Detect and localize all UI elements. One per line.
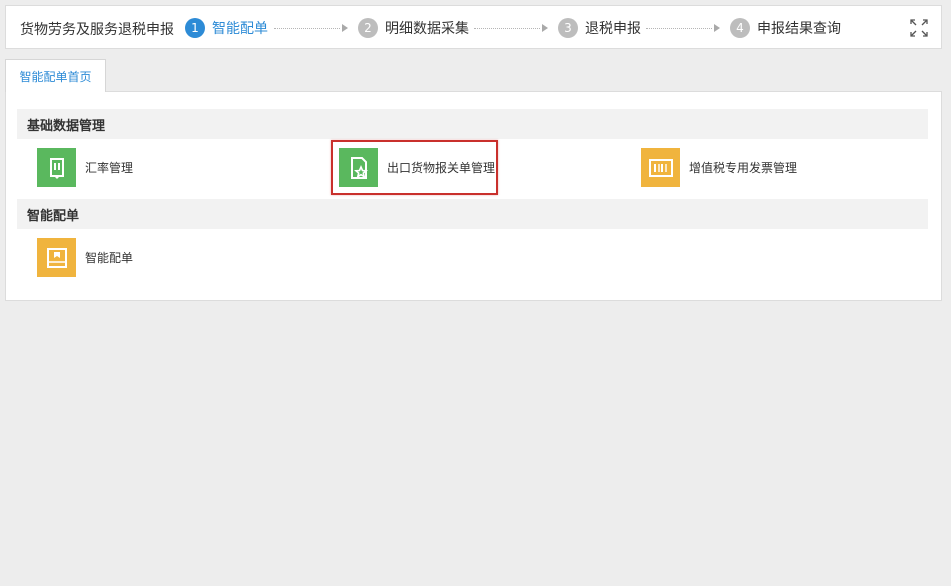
document-edit-icon (37, 148, 76, 187)
fullscreen-expand-icon[interactable] (910, 19, 928, 37)
step-4-label: 申报结果查询 (757, 21, 841, 37)
tile-exchange-rate-label: 汇率管理 (85, 161, 134, 175)
section-smart-matching-header: 智能配单 (17, 199, 928, 229)
step-1[interactable]: 1 智能配单 (185, 17, 268, 39)
step-3-number: 3 (558, 18, 578, 38)
tile-export-declaration-label: 出口货物报关单管理 (387, 161, 496, 175)
step-4-number: 4 (730, 18, 750, 38)
step-connector (646, 28, 712, 29)
tile-vat-invoice[interactable]: 增值税专用发票管理 (641, 148, 797, 187)
chart-board-icon (37, 238, 76, 277)
step-connector (474, 28, 540, 29)
tile-vat-invoice-label: 增值税专用发票管理 (689, 161, 798, 175)
app-title: 货物劳务及服务退税申报 (20, 22, 174, 38)
step-arrow-icon (342, 24, 348, 32)
tab-smart-matching-home[interactable]: 智能配单首页 (5, 59, 106, 92)
step-arrow-icon (714, 24, 720, 32)
step-3[interactable]: 3 退税申报 (558, 17, 641, 39)
section-basic-data-header: 基础数据管理 (17, 109, 928, 139)
step-1-label: 智能配单 (212, 21, 268, 37)
step-3-label: 退税申报 (585, 21, 641, 37)
document-star-icon (339, 148, 378, 187)
tile-smart-matching[interactable]: 智能配单 (37, 238, 133, 277)
main-panel: 基础数据管理 汇率管理 出口货物报关单管理 增值税专用发票管理 智能配单 智能配… (5, 91, 942, 301)
step-2[interactable]: 2 明细数据采集 (358, 17, 469, 39)
step-4[interactable]: 4 申报结果查询 (730, 17, 841, 39)
top-bar: 货物劳务及服务退税申报 1 智能配单 2 明细数据采集 3 退税申报 4 申报结… (5, 5, 942, 49)
step-2-number: 2 (358, 18, 378, 38)
step-2-label: 明细数据采集 (385, 21, 469, 37)
step-connector (274, 28, 340, 29)
tile-exchange-rate[interactable]: 汇率管理 (37, 148, 133, 187)
tile-smart-matching-label: 智能配单 (85, 251, 134, 265)
step-arrow-icon (542, 24, 548, 32)
invoice-barcode-icon (641, 148, 680, 187)
step-1-number: 1 (185, 18, 205, 38)
tile-export-declaration[interactable]: 出口货物报关单管理 (339, 148, 495, 187)
